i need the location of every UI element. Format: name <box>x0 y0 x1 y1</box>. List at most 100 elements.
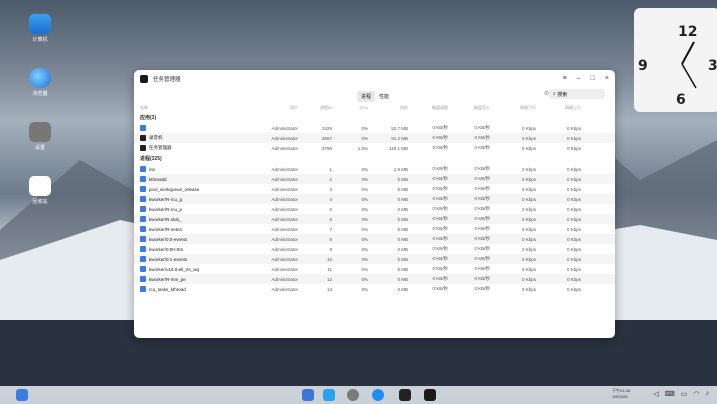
process-icon <box>140 135 146 141</box>
toolbar: 进程 性能 ⊘ ⌕ 搜索 <box>134 87 615 103</box>
cell-mem: 0 MB <box>397 206 408 212</box>
cell-cpu: 0% <box>361 286 368 292</box>
cell-nd: 0 Kbps <box>521 196 536 202</box>
desktop-icon[interactable] <box>323 389 335 401</box>
column-header-cpu[interactable]: CPU <box>332 105 368 110</box>
column-header-disk-read[interactable]: 磁盘读取 <box>408 105 448 111</box>
recorder-icon[interactable] <box>399 389 411 401</box>
table-row[interactable]: kworker/R-rcu_g Administrator 4 0% 0 MB 0 KB/… <box>134 194 615 204</box>
table-row[interactable]: 任务管理器 Administrator 3790 1.6% 119.1 MB 0 KB/秒… <box>134 143 615 153</box>
cell-nu: 0 Kbps <box>566 226 581 232</box>
desktop-icon-label: 浏览器 <box>32 91 48 97</box>
window-title: 任务管理器 <box>153 76 181 83</box>
cell-nu: 0 Kbps <box>566 206 581 212</box>
cell-dw: 0 KB/秒 <box>474 206 490 211</box>
taskbar-clock[interactable]: 下午01:28 1/8/2026 <box>612 388 630 400</box>
network-icon[interactable]: ◠ <box>693 390 699 398</box>
task-manager-window[interactable]: 任务管理器 ≡ – □ × 进程 性能 ⊘ ⌕ 搜索 名称 用户 进程ID CP… <box>134 70 615 338</box>
browser-icon[interactable] <box>372 389 384 401</box>
search-input[interactable]: ⌕ 搜索 <box>549 89 605 99</box>
table-row[interactable]: kthreadd Administrator 2 0% 0 MB 0 KB/秒 0 KB/秒… <box>134 174 615 184</box>
desktop-icon-trash[interactable]: 回收站 <box>20 176 60 205</box>
cell-mem: 0 MB <box>397 216 408 222</box>
cell-dr: 0 KB/秒 <box>432 236 448 241</box>
desktop-icon-label: 计算机 <box>32 37 48 43</box>
maximize-button[interactable]: □ <box>591 75 595 82</box>
process-icon <box>140 145 146 151</box>
process-name: kworker/0:0H-ttm <box>149 246 184 252</box>
cell-user: Administrator <box>271 196 298 202</box>
table-row[interactable]: pool_workqueue_release Administrator 3 0% 0 … <box>134 184 615 194</box>
audio-icon[interactable]: ◁ <box>653 390 658 398</box>
title-bar[interactable]: 任务管理器 ≡ – □ × <box>134 70 615 87</box>
column-header-pid[interactable]: 进程ID <box>298 105 332 111</box>
table-row[interactable]: rcu_tasks_kthread Administrator 13 0% 0 MB 0 … <box>134 284 615 294</box>
column-header-disk-write[interactable]: 磁盘写入 <box>448 105 490 111</box>
process-name: 任务管理器 <box>149 145 172 150</box>
launcher-icon[interactable] <box>302 389 314 401</box>
table-row[interactable]: kworker/0:0H-ttm Administrator 9 0% 0 MB 0 KB… <box>134 244 615 254</box>
process-name-cell: 任务管理器 <box>140 145 258 151</box>
cell-nd: 0 Kbps <box>521 125 536 131</box>
table-row[interactable]: kworker/R-netns Administrator 7 0% 0 MB 0 KB/… <box>134 224 615 234</box>
process-name-cell <box>140 125 258 131</box>
process-icon <box>140 216 146 222</box>
clock-widget[interactable]: 12 9 3 6 <box>634 8 717 112</box>
column-header-name[interactable]: 名称 <box>140 105 258 111</box>
tab-performance[interactable]: 性能 <box>375 91 393 102</box>
desktop-icon-computer[interactable]: 计算机 <box>20 14 60 43</box>
table-row[interactable]: kworker/0:0-events Administrator 8 0% 0 MB 0 … <box>134 234 615 244</box>
table-row[interactable]: Administrator 3429 0% 52.7 MB 0 KB/秒 0 KB/秒 0 … <box>134 123 615 133</box>
table-row[interactable]: kworker/R-rcu_p Administrator 5 0% 0 MB 0 KB/… <box>134 204 615 214</box>
start-menu-icon[interactable] <box>16 389 28 401</box>
cell-dw: 0 KB/秒 <box>474 166 490 171</box>
search-placeholder: 搜索 <box>557 91 568 98</box>
cell-cpu: 0% <box>361 256 368 262</box>
task-manager-icon[interactable] <box>424 389 436 401</box>
column-header-memory[interactable]: 内存 <box>368 105 408 111</box>
cell-user: Administrator <box>271 206 298 212</box>
table-row[interactable]: kworker/0:1-events Administrator 10 0% 0 MB 0… <box>134 254 615 264</box>
desktop-icon-browser[interactable]: 浏览器 <box>20 68 60 97</box>
table-row[interactable]: init Administrator 1 0% 1.9 MB 0 KB/秒 0 KB/秒 0 … <box>134 164 615 174</box>
table-row[interactable]: kworker/R-slub_ Administrator 6 0% 0 MB 0 KB/… <box>134 214 615 224</box>
cell-user: Administrator <box>271 286 298 292</box>
process-name: kworker/R-netns <box>149 226 182 232</box>
cell-pid: 9 <box>329 246 332 252</box>
clipboard-icon[interactable]: ▭ <box>681 390 688 398</box>
column-header-net-down[interactable]: 网络下行 <box>490 105 536 111</box>
minimize-button[interactable]: – <box>577 75 581 82</box>
cell-mem: 0 MB <box>397 256 408 262</box>
cell-user: Administrator <box>271 145 298 151</box>
cell-cpu: 0% <box>361 176 368 182</box>
process-name-cell: kworker/R-mm_pe <box>140 276 258 282</box>
section-header: 应用(3) <box>134 112 615 123</box>
process-icon <box>140 276 146 282</box>
computer-icon <box>29 14 51 34</box>
desktop-icon-label: 回收站 <box>32 199 48 205</box>
cell-user: Administrator <box>271 135 298 141</box>
column-header-user[interactable]: 用户 <box>258 105 298 111</box>
browser-icon <box>29 68 51 88</box>
tab-processes[interactable]: 进程 <box>357 91 376 102</box>
process-icon <box>140 266 146 272</box>
desktop-icon-settings[interactable]: 设置 <box>20 122 60 151</box>
cell-mem: 0 MB <box>397 176 408 182</box>
cell-nu: 0 Kbps <box>566 186 581 192</box>
keyboard-icon[interactable]: ⌨ <box>665 390 675 398</box>
close-button[interactable]: × <box>605 75 609 82</box>
settings-icon[interactable] <box>347 389 359 401</box>
notification-icon[interactable]: ♪ <box>706 390 710 398</box>
cell-nu: 0 Kbps <box>566 125 581 131</box>
menu-button[interactable]: ≡ <box>563 75 567 82</box>
cell-dr: 0 KB/秒 <box>432 226 448 231</box>
cell-nu: 0 Kbps <box>566 246 581 252</box>
cell-nd: 0 Kbps <box>521 236 536 242</box>
process-icon <box>140 186 146 192</box>
table-row[interactable]: kworker/R-mm_pe Administrator 12 0% 0 MB 0 KB… <box>134 274 615 284</box>
table-row[interactable]: kworker/u16:0-ell_rts_wq Administrator 11 0… <box>134 264 615 274</box>
cell-nd: 0 Kbps <box>521 135 536 141</box>
table-row[interactable]: 录音机 Administrator 3657 0% 91.2 MB 0 KB/秒 0 KB/… <box>134 133 615 143</box>
cell-dr: 0 KB/秒 <box>432 145 448 150</box>
column-header-net-up[interactable]: 网络上行 <box>536 105 581 111</box>
